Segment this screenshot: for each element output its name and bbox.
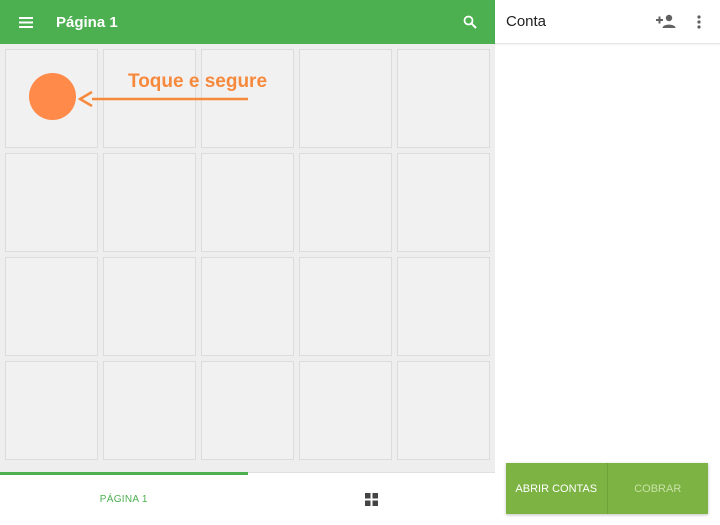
tab-page-1[interactable]: PÁGINA 1 xyxy=(0,472,248,525)
product-tile[interactable] xyxy=(201,361,294,460)
tab-page-1-label: PÁGINA 1 xyxy=(99,493,148,505)
hint-label: Toque e segure xyxy=(128,71,268,92)
product-tile[interactable] xyxy=(397,49,490,148)
product-tile[interactable] xyxy=(5,361,98,460)
search-icon xyxy=(463,15,477,29)
account-panel: Conta ABRIR CONTAS COBRAR xyxy=(495,0,720,525)
product-tile[interactable] xyxy=(299,49,392,148)
more-options-button[interactable] xyxy=(691,12,707,32)
open-accounts-button[interactable]: ABRIR CONTAS xyxy=(506,463,608,514)
product-tile[interactable] xyxy=(103,153,196,252)
menu-icon xyxy=(19,16,33,28)
add-person-icon xyxy=(656,14,676,28)
more-vert-icon xyxy=(697,15,701,29)
page-title: Página 1 xyxy=(56,13,118,31)
product-tile[interactable] xyxy=(397,361,490,460)
product-tile[interactable] xyxy=(397,257,490,356)
account-title: Conta xyxy=(506,13,547,30)
product-tile[interactable] xyxy=(201,257,294,356)
product-panel: Página 1 Toque e segure PÁGINA 1 xyxy=(0,0,495,525)
product-tile[interactable] xyxy=(5,257,98,356)
product-tile[interactable] xyxy=(299,257,392,356)
account-header: Conta xyxy=(495,0,720,44)
product-tile[interactable] xyxy=(103,257,196,356)
app-bar: Página 1 xyxy=(0,0,495,44)
page-tabs: PÁGINA 1 xyxy=(0,472,495,525)
product-tile[interactable] xyxy=(397,153,490,252)
product-tile[interactable] xyxy=(103,361,196,460)
charge-button[interactable]: COBRAR xyxy=(608,463,709,514)
touch-indicator xyxy=(29,73,76,120)
product-tile[interactable] xyxy=(5,153,98,252)
search-button[interactable] xyxy=(459,11,481,33)
product-tile[interactable] xyxy=(299,153,392,252)
menu-button[interactable] xyxy=(0,0,52,44)
product-tile[interactable] xyxy=(201,153,294,252)
product-grid xyxy=(5,49,491,469)
product-tile[interactable] xyxy=(299,361,392,460)
grid-icon xyxy=(364,492,378,506)
add-customer-button[interactable] xyxy=(656,12,676,32)
tab-grid[interactable] xyxy=(248,473,496,525)
account-actions: ABRIR CONTAS COBRAR xyxy=(506,463,708,514)
